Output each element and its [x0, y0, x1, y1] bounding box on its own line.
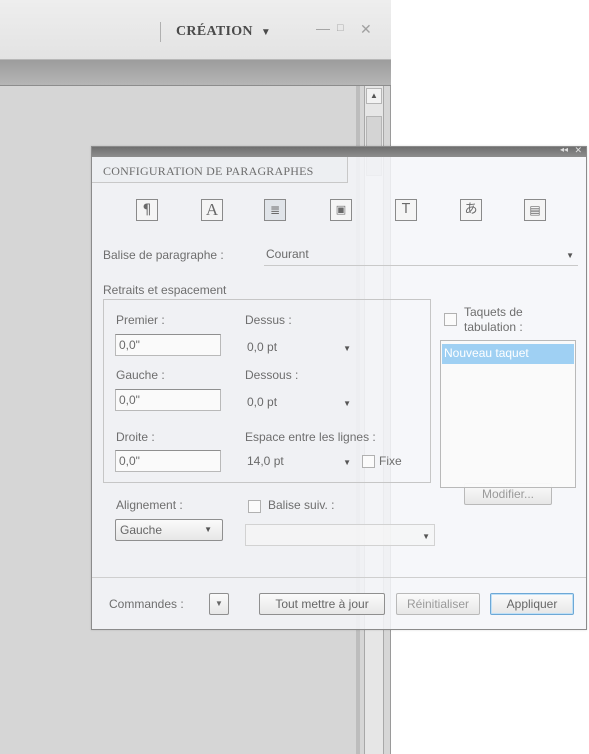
update-all-button[interactable]: Tout mettre à jour: [259, 593, 385, 615]
paragraph-tag-label: Balise de paragraphe :: [103, 248, 224, 262]
chevron-down-icon: ▼: [422, 532, 430, 541]
space-below-value: 0,0 pt: [247, 395, 278, 409]
chevron-down-icon: ▼: [343, 399, 351, 408]
footer-divider: [92, 577, 586, 578]
close-icon[interactable]: ✕: [574, 145, 582, 156]
app-toolbar: [0, 60, 391, 86]
palette-drag-bar[interactable]: ◂◂ ✕: [92, 145, 586, 157]
maximize-icon[interactable]: □: [337, 22, 344, 34]
table-icon[interactable]: ▤: [524, 199, 546, 221]
japanese-text-icon[interactable]: あ: [460, 199, 482, 221]
leading-value: 14,0 pt: [247, 454, 284, 468]
commands-label: Commandes :: [109, 597, 184, 611]
chevron-down-icon: ▼: [566, 251, 574, 260]
next-tag-label: Balise suiv. :: [268, 498, 335, 512]
next-tag-select[interactable]: ▼: [245, 524, 435, 546]
workspace-label: CRÉATION: [176, 24, 253, 39]
space-below-label: Dessous :: [245, 368, 299, 382]
alignment-label: Alignement :: [116, 498, 183, 512]
first-indent-field[interactable]: 0,0": [115, 334, 221, 356]
right-indent-label: Droite :: [116, 430, 155, 444]
list-item[interactable]: Nouveau taquet: [442, 344, 574, 364]
minimize-icon[interactable]: —: [316, 20, 330, 36]
first-indent-label: Premier :: [116, 313, 165, 327]
commands-menu-button[interactable]: ▼: [209, 593, 229, 615]
chevron-down-icon: ▼: [204, 525, 212, 534]
chevron-down-icon: ▼: [343, 458, 351, 467]
tab-stops-list[interactable]: Nouveau taquet: [440, 340, 576, 488]
space-above-label: Dessus :: [245, 313, 292, 327]
scroll-up-icon[interactable]: ▲: [366, 88, 382, 104]
tab-stops-label-line1: Taquets de: [464, 305, 523, 319]
leading-select[interactable]: 14,0 pt ▼: [245, 451, 355, 473]
right-indent-field[interactable]: 0,0": [115, 450, 221, 472]
chevron-down-icon: ▼: [215, 599, 223, 608]
tab-stops-checkbox[interactable]: [444, 313, 457, 326]
palette-title: CONFIGURATION DE PARAGRAPHES: [92, 157, 348, 183]
paragraph-icon[interactable]: ¶: [136, 199, 158, 221]
app-title-bar: CRÉATION ▼ — □ ✕: [0, 0, 391, 60]
chevron-down-icon: ▼: [343, 344, 351, 353]
fixed-leading-checkbox[interactable]: [362, 455, 375, 468]
left-indent-field[interactable]: 0,0": [115, 389, 221, 411]
character-icon[interactable]: A: [201, 199, 223, 221]
close-icon[interactable]: ✕: [360, 21, 372, 38]
alignment-value: Gauche: [120, 523, 163, 537]
leading-label: Espace entre les lignes :: [245, 430, 376, 444]
picture-frame-icon[interactable]: ▣: [330, 199, 352, 221]
left-indent-label: Gauche :: [116, 368, 165, 382]
fixed-leading-label: Fixe: [379, 454, 402, 468]
text-frame-icon[interactable]: T: [395, 199, 417, 221]
space-above-value: 0,0 pt: [247, 340, 278, 354]
justify-text-icon[interactable]: ≣: [264, 199, 286, 221]
apply-button[interactable]: Appliquer: [490, 593, 574, 615]
space-below-select[interactable]: 0,0 pt ▼: [245, 392, 355, 414]
tab-stops-label-line2: tabulation :: [464, 320, 523, 334]
collapse-icon[interactable]: ◂◂: [560, 145, 568, 154]
paragraph-tag-value: Courant: [266, 247, 309, 261]
space-above-select[interactable]: 0,0 pt ▼: [245, 337, 355, 359]
indents-group-label: Retraits et espacement: [103, 283, 227, 297]
workspace-menu[interactable]: CRÉATION ▼: [176, 22, 271, 42]
next-tag-checkbox[interactable]: [248, 500, 261, 513]
reset-button[interactable]: Réinitialiser: [396, 593, 480, 615]
title-separator: [160, 22, 161, 42]
chevron-down-icon: ▼: [260, 26, 272, 38]
paragraph-tag-select[interactable]: Courant ▼: [264, 244, 578, 266]
alignment-select[interactable]: Gauche ▼: [115, 519, 223, 541]
